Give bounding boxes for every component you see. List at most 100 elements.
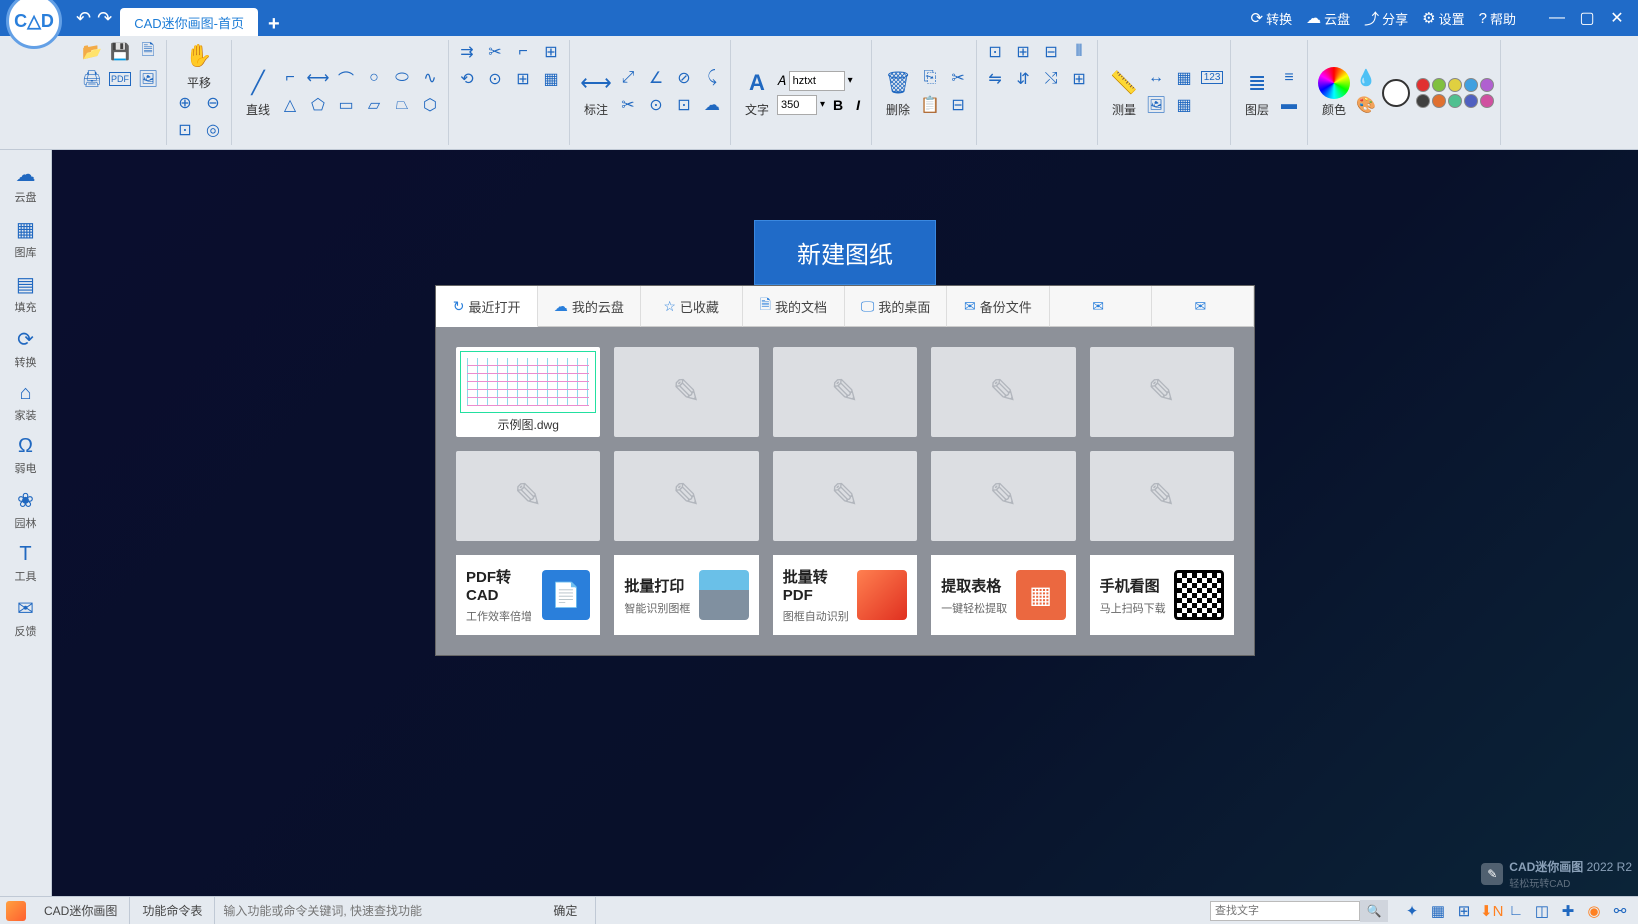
ellipse-icon[interactable]: ⬭ <box>390 66 414 90</box>
convert-button[interactable]: ⟳转换 <box>1251 9 1293 28</box>
sidebar-item-0[interactable]: ☁云盘 <box>0 156 51 211</box>
dim-angular-icon[interactable]: ∠ <box>644 66 668 90</box>
snap-icon[interactable]: ✦ <box>1402 902 1422 920</box>
sidebar-item-7[interactable]: T工具 <box>0 537 51 590</box>
save-icon[interactable]: 💾 <box>108 40 132 64</box>
sidebar-item-5[interactable]: Ω弱电 <box>0 429 51 482</box>
circle-icon[interactable]: ○ <box>362 66 386 90</box>
promo-4[interactable]: 手机看图马上扫码下载 <box>1090 555 1234 635</box>
matchprop-icon[interactable]: ⊟ <box>946 93 970 117</box>
color-swatch-6[interactable] <box>1432 94 1446 108</box>
file-tile-8[interactable]: ✎ <box>931 451 1075 541</box>
imgattach-icon[interactable]: 🖼 <box>1144 93 1168 117</box>
number-icon[interactable]: 123 <box>1200 66 1224 90</box>
promo-3[interactable]: 提取表格一键轻松提取▦ <box>931 555 1075 635</box>
ortho-icon[interactable]: ⬇N <box>1480 902 1500 920</box>
break-dim-icon[interactable]: ✂ <box>616 93 640 117</box>
tab-add-button[interactable]: + <box>268 13 280 36</box>
cloud-button[interactable]: ☁云盘 <box>1306 9 1350 28</box>
share-button[interactable]: ⤴分享 <box>1364 8 1408 29</box>
paste-icon[interactable]: 📋 <box>918 93 942 117</box>
zoom-in-icon[interactable]: ⊕ <box>173 91 197 115</box>
zoom-window-icon[interactable]: ⊡ <box>173 118 197 142</box>
bold-button[interactable]: B <box>828 95 848 115</box>
pdf-icon[interactable]: PDF <box>108 67 132 91</box>
color-swatch-9[interactable] <box>1480 94 1494 108</box>
file-tile-1[interactable]: ✎ <box>614 347 758 437</box>
grid2-icon[interactable]: ⊞ <box>1454 902 1474 920</box>
triangle-icon[interactable]: △ <box>278 93 302 117</box>
file-tile-4[interactable]: ✎ <box>1090 347 1234 437</box>
insert-icon[interactable]: ⊞ <box>1011 40 1035 64</box>
home-tab-1[interactable]: ☁我的云盘 <box>538 286 640 327</box>
grid-icon[interactable]: ▦ <box>1428 902 1448 920</box>
zoom-extents-icon[interactable]: ◎ <box>201 118 225 142</box>
canvas-area[interactable]: 新建图纸 ↻最近打开☁我的云盘☆已收藏🗎我的文档🖵我的桌面✉备份文件✉✉ 示例图… <box>52 150 1638 896</box>
line-icon[interactable]: ╱ <box>242 67 274 99</box>
tab-home[interactable]: CAD迷你画图-首页 <box>120 8 258 36</box>
file-tile-9[interactable]: ✎ <box>1090 451 1234 541</box>
sidebar-item-2[interactable]: ▤填充 <box>0 266 51 321</box>
pentagon-icon[interactable]: ⬠ <box>306 93 330 117</box>
home-tab-3[interactable]: 🗎我的文档 <box>743 286 845 327</box>
revision-icon[interactable]: ☁ <box>700 93 724 117</box>
annotate-icon[interactable]: ⟷ <box>580 67 612 99</box>
file-tile-0[interactable]: 示例图.dwg <box>456 347 600 437</box>
extend-icon[interactable]: ⊞ <box>539 40 563 64</box>
home-tab-4[interactable]: 🖵我的桌面 <box>845 286 947 327</box>
command-input[interactable] <box>215 897 535 924</box>
block-icon[interactable]: ⊡ <box>983 40 1007 64</box>
array-icon[interactable]: ⊟ <box>1039 40 1063 64</box>
file-tile-7[interactable]: ✎ <box>773 451 917 541</box>
parallelogram-icon[interactable]: ▱ <box>362 93 386 117</box>
promo-1[interactable]: 批量打印智能识别图框 <box>614 555 758 635</box>
sidebar-item-6[interactable]: ❀园林 <box>0 482 51 537</box>
copy-icon[interactable]: ⎘ <box>918 66 942 90</box>
mirror-h-icon[interactable]: ⇋ <box>983 67 1007 91</box>
rect-icon[interactable]: ▭ <box>334 93 358 117</box>
zoom-out-icon[interactable]: ⊖ <box>201 91 225 115</box>
new-drawing-button[interactable]: 新建图纸 <box>754 220 936 285</box>
trim-icon[interactable]: ✂ <box>483 40 507 64</box>
measure-icon[interactable]: 📏 <box>1108 67 1140 99</box>
sidebar-item-3[interactable]: ⟳转换 <box>0 321 51 376</box>
promo-2[interactable]: 批量转PDF图框自动识别 <box>773 555 917 635</box>
eyedropper-icon[interactable]: 💧 <box>1354 66 1378 90</box>
cut-icon[interactable]: ✂ <box>946 66 970 90</box>
text-icon[interactable]: A <box>741 67 773 99</box>
settings-button[interactable]: ⚙设置 <box>1422 9 1464 28</box>
maximize-button[interactable]: ▢ <box>1572 0 1602 36</box>
dim-radius-icon[interactable]: ⊘ <box>672 66 696 90</box>
dimension-icon[interactable]: ⟷ <box>306 66 330 90</box>
history-fwd-icon[interactable]: ↷ <box>97 8 112 29</box>
sidebar-item-4[interactable]: ⌂家装 <box>0 376 51 429</box>
home-tab-0[interactable]: ↻最近打开 <box>436 286 538 327</box>
align-icon[interactable]: ⫴ <box>1067 40 1091 64</box>
explode-icon[interactable]: ⊞ <box>511 67 535 91</box>
fillet-icon[interactable]: ⌐ <box>511 40 535 64</box>
font-select[interactable] <box>789 71 845 91</box>
color-swatch-5[interactable] <box>1416 94 1430 108</box>
dim-aligned-icon[interactable]: ⤢ <box>616 66 640 90</box>
mirror-v-icon[interactable]: ⇵ <box>1011 67 1035 91</box>
pan-icon[interactable]: ✋ <box>183 40 215 72</box>
palette-icon[interactable]: 🎨 <box>1354 93 1378 117</box>
linetype-icon[interactable]: ≡ <box>1277 66 1301 90</box>
delete-icon[interactable]: 🗑 <box>882 67 914 99</box>
color-swatch-0[interactable] <box>1416 78 1430 92</box>
file-tile-3[interactable]: ✎ <box>931 347 1075 437</box>
home-tab-5[interactable]: ✉备份文件 <box>947 286 1049 327</box>
scale-icon[interactable]: ⊙ <box>483 67 507 91</box>
leader-icon[interactable]: ⤹ <box>700 66 724 90</box>
confirm-button[interactable]: 确定 <box>535 897 596 924</box>
history-back-icon[interactable]: ↶ <box>76 8 91 29</box>
italic-button[interactable]: I <box>851 95 865 115</box>
trapezoid-icon[interactable]: ⏢ <box>390 93 414 117</box>
home-tab-7[interactable]: ✉ <box>1152 286 1254 327</box>
color-swatch-8[interactable] <box>1464 94 1478 108</box>
arc-icon[interactable]: ⌒ <box>334 66 358 90</box>
rotate-icon[interactable]: ⟲ <box>455 67 479 91</box>
statusbar-app-icon[interactable] <box>6 901 26 921</box>
home-tab-2[interactable]: ☆已收藏 <box>641 286 743 327</box>
curve-icon[interactable]: ∿ <box>418 66 442 90</box>
